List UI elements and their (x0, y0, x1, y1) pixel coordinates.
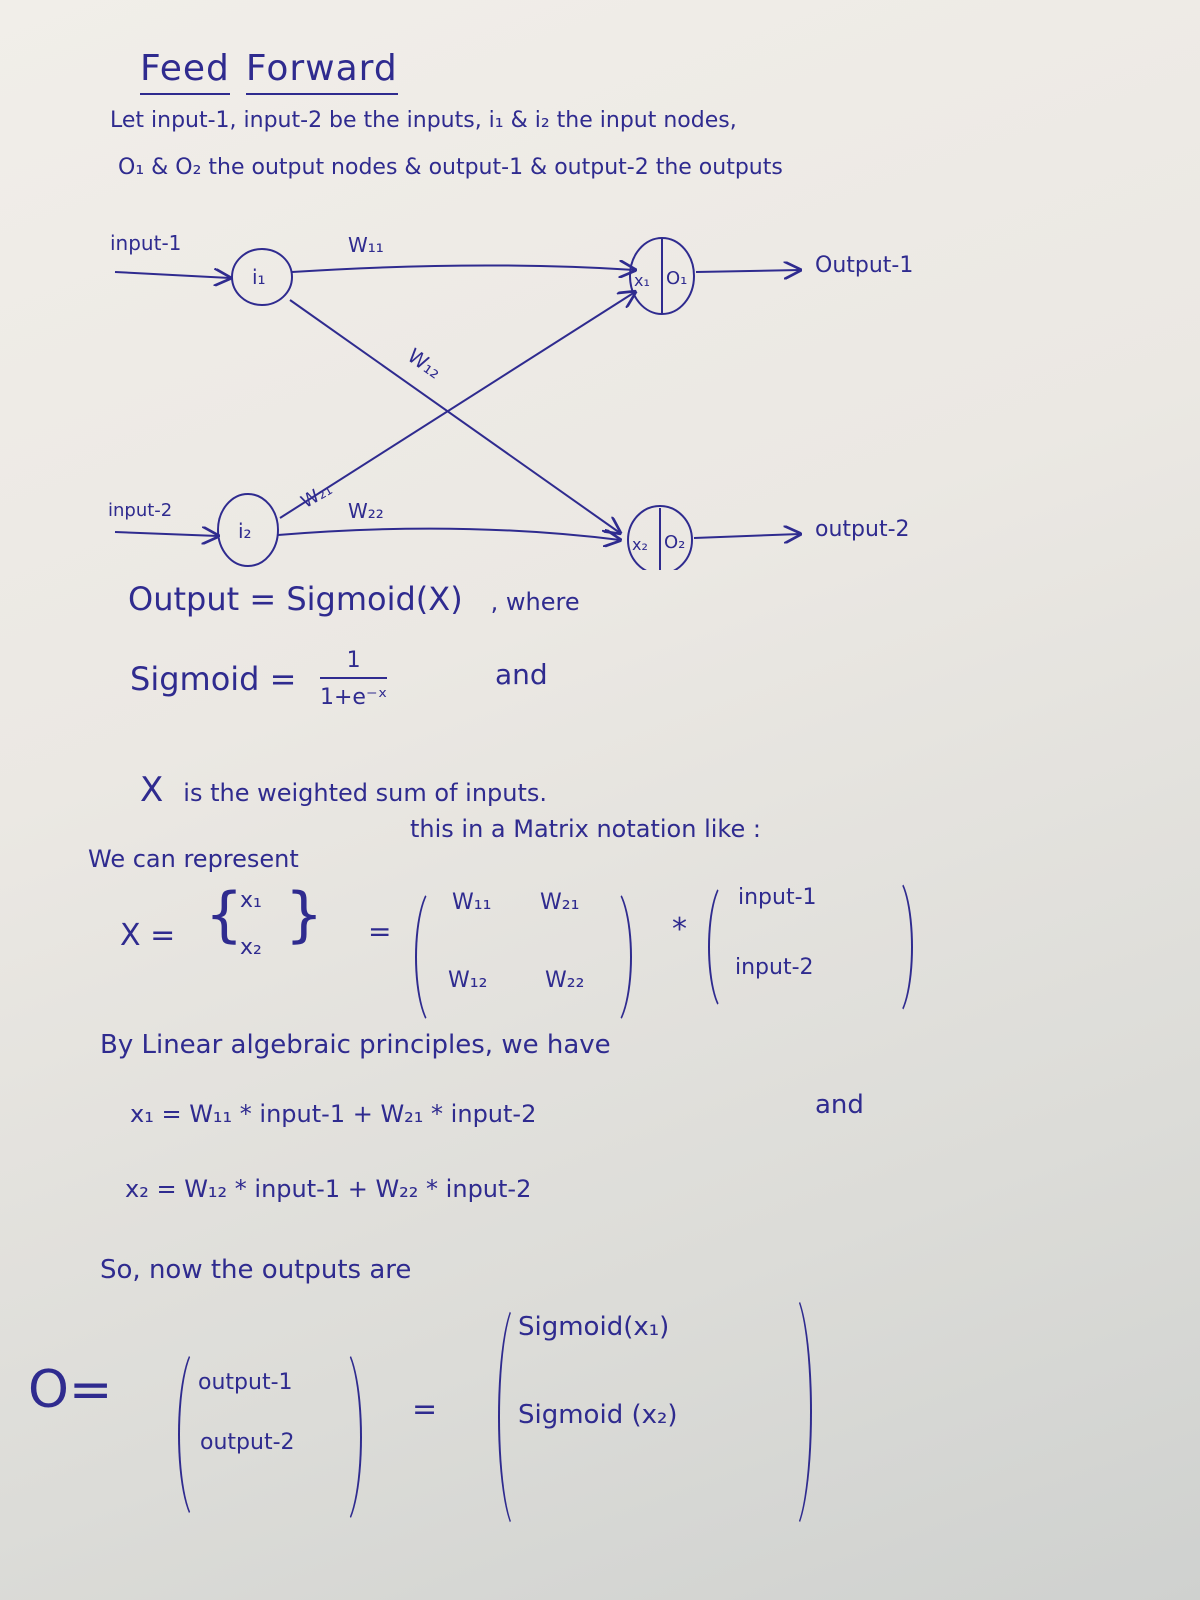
weight-w21: W₂₁ (298, 479, 336, 513)
node-i2-label: i₂ (238, 519, 252, 543)
sigmoid-denominator: 1+e⁻ˣ (320, 685, 388, 710)
output-equation: Output = Sigmoid(X) , where (128, 580, 580, 618)
x2-equation: x₂ = W₁₂ * input-1 + W₂₂ * input-2 (125, 1175, 532, 1203)
input-vector-1: input-1 (738, 885, 817, 910)
weight-w11: W₁₁ (348, 233, 384, 257)
where-text: , where (490, 588, 580, 616)
output-vector-1: output-1 (198, 1370, 293, 1395)
input-vector-2: input-2 (735, 955, 814, 980)
node-o1-label: O₁ (666, 268, 687, 289)
matrix-intro-b: this in a Matrix notation like : (410, 815, 761, 843)
algebra-intro: By Linear algebraic principles, we have (100, 1030, 611, 1060)
weight-w22: W₂₂ (348, 499, 384, 523)
brace-left: { (205, 880, 244, 950)
sigmoid-vector-1: Sigmoid(x₁) (518, 1312, 670, 1342)
matrix-w22: W₂₂ (545, 968, 585, 993)
output-equation-text: Output = Sigmoid(X) (128, 580, 463, 618)
matrix-w21: W₂₁ (540, 890, 580, 915)
sigmoid-vector-2: Sigmoid (x₂) (518, 1400, 678, 1430)
x1-equation: x₁ = W₁₁ * input-1 + W₂₁ * input-2 (130, 1100, 537, 1128)
x-symbol: X (140, 770, 164, 810)
vector-x2: x₂ (240, 935, 262, 960)
multiply-symbol: * (672, 912, 687, 947)
edge-w21 (279, 292, 635, 519)
sigmoid-numerator: 1 (320, 648, 388, 679)
weight-matrix-right-paren (590, 885, 632, 1029)
network-diagram: input-1 input-2 i₁ i₂ W₁₁ W₁₂ W₂₁ W₂₂ x₁… (108, 231, 913, 570)
matrix-intro-a: We can represent (88, 845, 299, 873)
input-vector-right-paren (875, 875, 913, 1019)
title-word-forward: Forward (245, 48, 398, 95)
x-description: is the weighted sum of inputs. (183, 779, 548, 807)
weight-w12: W₁₂ (403, 343, 446, 383)
matrix-lhs: X = (120, 918, 176, 953)
node-i1-label: i₁ (252, 265, 266, 289)
sigmoid-fraction: 1 1+e⁻ˣ (320, 648, 388, 710)
label-input-2: input-2 (108, 500, 172, 521)
edge-w12 (289, 299, 620, 533)
vector-x1: x₁ (240, 888, 262, 913)
weight-matrix-left-paren (415, 885, 457, 1029)
outputs-equals: = (412, 1392, 438, 1427)
output-vector-right-paren (320, 1345, 362, 1529)
input-2-arrow (114, 532, 218, 536)
matrix-w12: W₁₂ (448, 968, 488, 993)
page-title: Feed Forward (140, 48, 398, 95)
edge-w22 (277, 527, 620, 540)
output-2-arrow (693, 534, 800, 538)
output-vector-2: output-2 (200, 1430, 295, 1455)
node-x1-label: x₁ (634, 271, 650, 290)
node-x2-label: x₂ (632, 535, 648, 554)
label-output-1: Output-1 (815, 253, 913, 278)
input-1-arrow (114, 272, 230, 278)
matrix-equals: = (368, 915, 392, 948)
sigmoid-vector-right-paren (770, 1290, 812, 1534)
outputs-intro: So, now the outputs are (100, 1255, 412, 1285)
node-o2-label: O₂ (664, 532, 685, 553)
algebra-and: and (815, 1090, 864, 1120)
matrix-w11: W₁₁ (452, 890, 492, 915)
outputs-lhs: O= (28, 1360, 113, 1420)
label-input-1: input-1 (110, 231, 181, 255)
edge-w11 (291, 265, 635, 272)
output-1-arrow (695, 270, 800, 272)
title-word-feed: Feed (140, 48, 230, 95)
intro-line-2: O₁ & O₂ the output nodes & output-1 & ou… (118, 155, 783, 180)
sigmoid-lhs: Sigmoid = (130, 660, 297, 698)
intro-line-1: Let input-1, input-2 be the inputs, i₁ &… (110, 108, 737, 133)
x-definition: Xis the weighted sum of inputs. (140, 770, 547, 810)
brace-right: } (285, 880, 324, 950)
and-text: and (495, 658, 548, 691)
label-output-2: output-2 (815, 517, 910, 542)
